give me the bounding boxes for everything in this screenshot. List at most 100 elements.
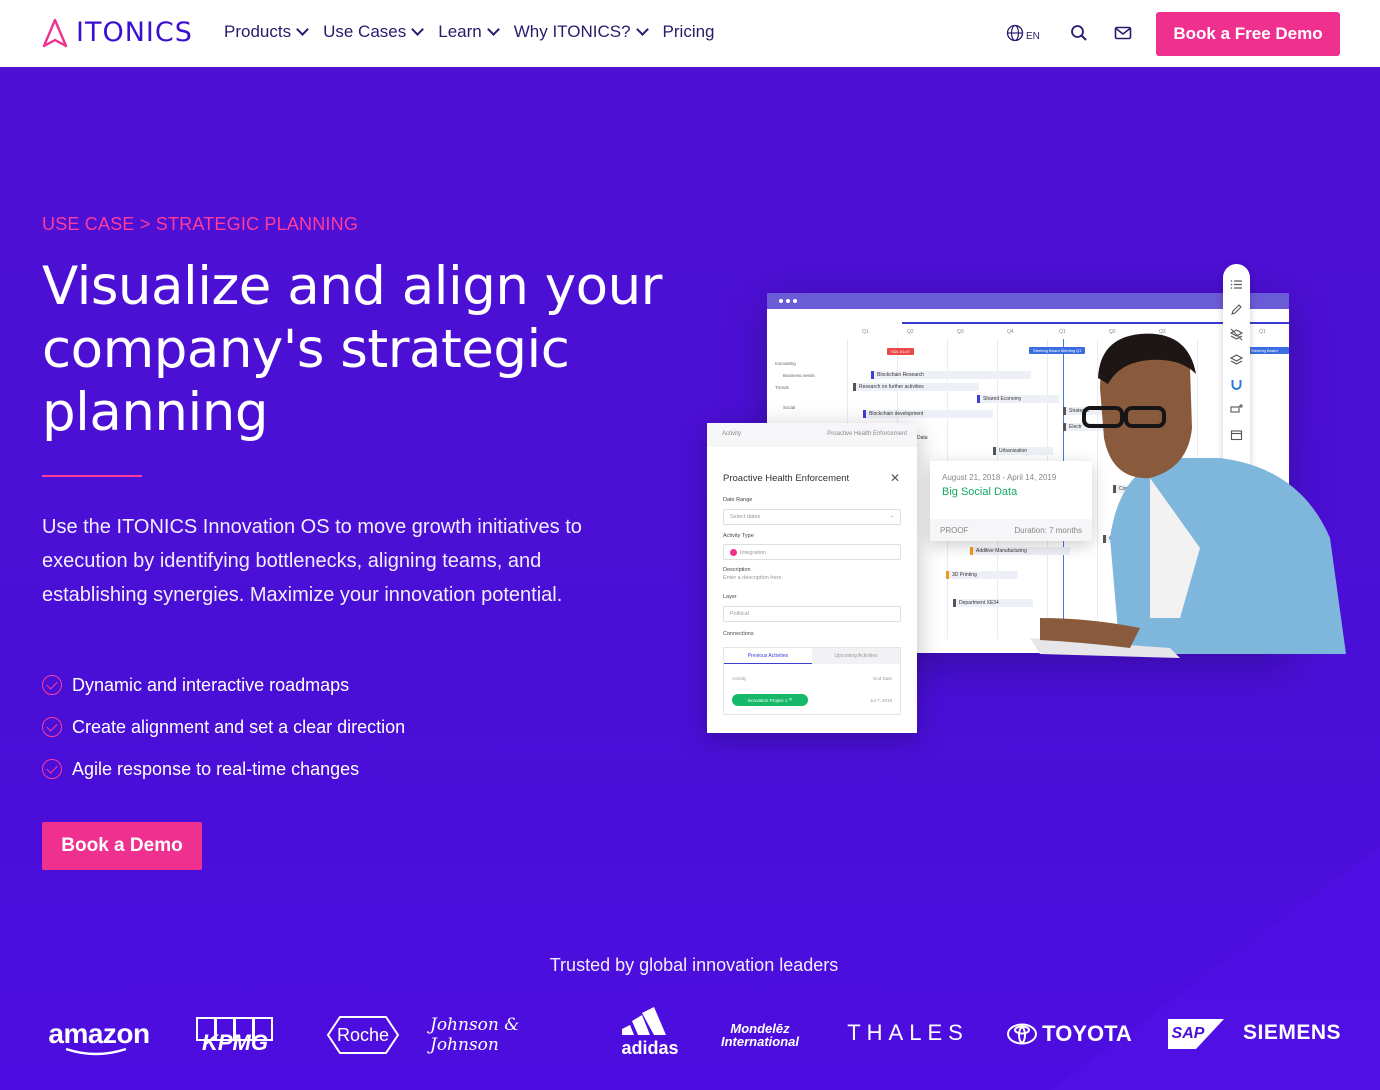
layer-label: Layer (723, 594, 737, 600)
person-at-laptop-image (1030, 333, 1346, 658)
feature-item: Agile response to real-time changes (42, 748, 405, 790)
tooltip-stage: PROOF (940, 525, 969, 535)
feature-text: Create alignment and set a clear directi… (72, 716, 406, 737)
adidas-stripes-icon (622, 1007, 666, 1035)
nav-label: Pricing (662, 22, 715, 41)
check-circle-icon (42, 759, 62, 779)
chevron-down-icon: ⌄ (889, 513, 894, 519)
feature-text: Dynamic and interactive roadmaps (72, 674, 350, 695)
check-circle-icon (42, 675, 62, 695)
activity-type-label: Activity Type (723, 533, 754, 539)
row-label: Business needs (783, 373, 815, 378)
layer-input[interactable]: Political (723, 606, 901, 622)
quarter-label: Q2 (907, 329, 914, 335)
feature-text: Agile response to real-time changes (72, 758, 360, 779)
nav-products[interactable]: Products (224, 22, 309, 42)
row-label: Innovating (775, 361, 796, 366)
adidas-wordmark: adidas (621, 1037, 679, 1058)
toyota-logo: TOYOTA (1006, 1017, 1132, 1051)
language-switcher[interactable]: EN (1006, 24, 1040, 42)
main-nav: Products Use Cases Learn Why ITONICS? Pr… (224, 22, 715, 42)
trusted-heading: Trusted by global innovation leaders (549, 955, 839, 975)
itonics-logo-icon (42, 18, 68, 47)
chevron-down-icon (635, 23, 649, 36)
amazon-smile-icon (65, 1047, 127, 1056)
row-label: Trends (775, 385, 789, 390)
connections-tabs: Previous Activities Upcoming Activities (724, 648, 900, 664)
nav-label: Use Cases (323, 22, 407, 41)
type-color-dot (730, 549, 737, 556)
panel-title: Proactive Health Enforcement (723, 473, 850, 484)
jnj-wordmark: Johnson & Johnson (430, 1015, 520, 1055)
kpmg-logo: KPMG (192, 1017, 278, 1055)
connection-name: Innovation Project 1 (747, 697, 788, 703)
connections-label: Connections (723, 631, 754, 637)
connection-end-date: Jul 7, 2018 (869, 698, 892, 703)
mondelez-wordmark: Mondelēz International (720, 1021, 799, 1049)
overlap-label: Data (917, 435, 928, 441)
type-value: Integration (740, 549, 766, 556)
tab-previous-activities[interactable]: Previous Activities (724, 648, 812, 664)
column-activity: Activity (732, 676, 747, 681)
nav-label: Learn (438, 22, 482, 41)
list-icon[interactable] (1230, 278, 1243, 291)
hero-description: Use the ITONICS Innovation OS to move gr… (42, 516, 582, 606)
kpmg-wordmark: KPMG (202, 1030, 268, 1055)
search-icon[interactable] (1070, 24, 1088, 42)
feature-item: Dynamic and interactive roadmaps (42, 664, 405, 706)
milestone-tag: SDL #1.#7 (887, 348, 914, 355)
client-logos: amazon KPMG Roche Johnson & Johnson adid… (42, 1005, 1342, 1063)
nav-pricing[interactable]: Pricing (663, 22, 715, 42)
toyota-wordmark: TOYOTA (1042, 1021, 1132, 1046)
window-titlebar (767, 293, 1289, 309)
sap-logo: SAP (1168, 1019, 1224, 1049)
thales-logo: THALES (842, 1017, 974, 1049)
itonics-logo[interactable]: ITONICS (42, 17, 193, 48)
header-utilities: EN (1006, 24, 1132, 42)
brand-name: ITONICS (76, 17, 193, 48)
row-label: Social (783, 405, 796, 410)
panel-header-title: Proactive Health Enforcement (827, 431, 907, 437)
date-placeholder: Select dates (730, 514, 761, 520)
roche-logo: Roche (326, 1015, 400, 1055)
activity-bar: Research on further activities (853, 383, 979, 391)
book-demo-button[interactable]: Book a Demo (42, 822, 202, 870)
chevron-down-icon (296, 23, 309, 36)
page-title: Visualize and align your company's strat… (42, 256, 662, 443)
panel-header: Activity Proactive Health Enforcement (707, 423, 917, 447)
pencil-icon[interactable] (1230, 303, 1243, 316)
activity-panel: Activity Proactive Health Enforcement Pro… (707, 423, 928, 733)
feature-item: Create alignment and set a clear directi… (42, 706, 405, 748)
adidas-logo: adidas (614, 1007, 686, 1058)
chevron-down-icon (486, 23, 500, 36)
connections-box: Previous Activities Upcoming Activities … (723, 647, 901, 715)
siemens-wordmark: SIEMENS (1242, 1021, 1342, 1044)
globe-icon (1006, 24, 1024, 42)
activity-bar: Blockchain development (863, 410, 993, 418)
tab-upcoming-activities[interactable]: Upcoming Activities (812, 648, 900, 664)
description-label: Description (723, 567, 751, 573)
nav-learn[interactable]: Learn (438, 22, 500, 42)
date-range-input[interactable]: Select dates ⌄ (723, 509, 901, 525)
mail-icon[interactable] (1114, 26, 1132, 40)
site-header: ITONICS Products Use Cases Learn Why ITO… (0, 0, 1380, 67)
close-icon[interactable]: ✕ (890, 471, 900, 485)
language-code: EN (1026, 31, 1040, 42)
check-circle-icon (42, 717, 62, 737)
breadcrumb[interactable]: USE CASE > STRATEGIC PLANNING (42, 214, 358, 235)
title-divider (42, 475, 142, 477)
panel-breadcrumb: Activity (722, 431, 742, 437)
description-field[interactable]: Enter a description here. (723, 575, 783, 581)
nav-why-itonics[interactable]: Why ITONICS? (514, 22, 649, 42)
nav-use-cases[interactable]: Use Cases (323, 22, 425, 42)
chevron-down-icon (411, 23, 425, 36)
date-range-label: Date Range (723, 497, 753, 503)
book-free-demo-button[interactable]: Book a Free Demo (1156, 12, 1340, 56)
thales-wordmark: THALES (847, 1020, 969, 1045)
connection-pill[interactable]: Innovation Project 1 ✕ (732, 694, 808, 706)
quarter-label: Q1 (862, 329, 869, 335)
column-end-date: End Date (873, 676, 892, 681)
amazon-logo: amazon (46, 1013, 152, 1056)
feature-list: Dynamic and interactive roadmaps Create … (42, 664, 405, 790)
activity-type-select[interactable]: Integration (723, 544, 901, 560)
